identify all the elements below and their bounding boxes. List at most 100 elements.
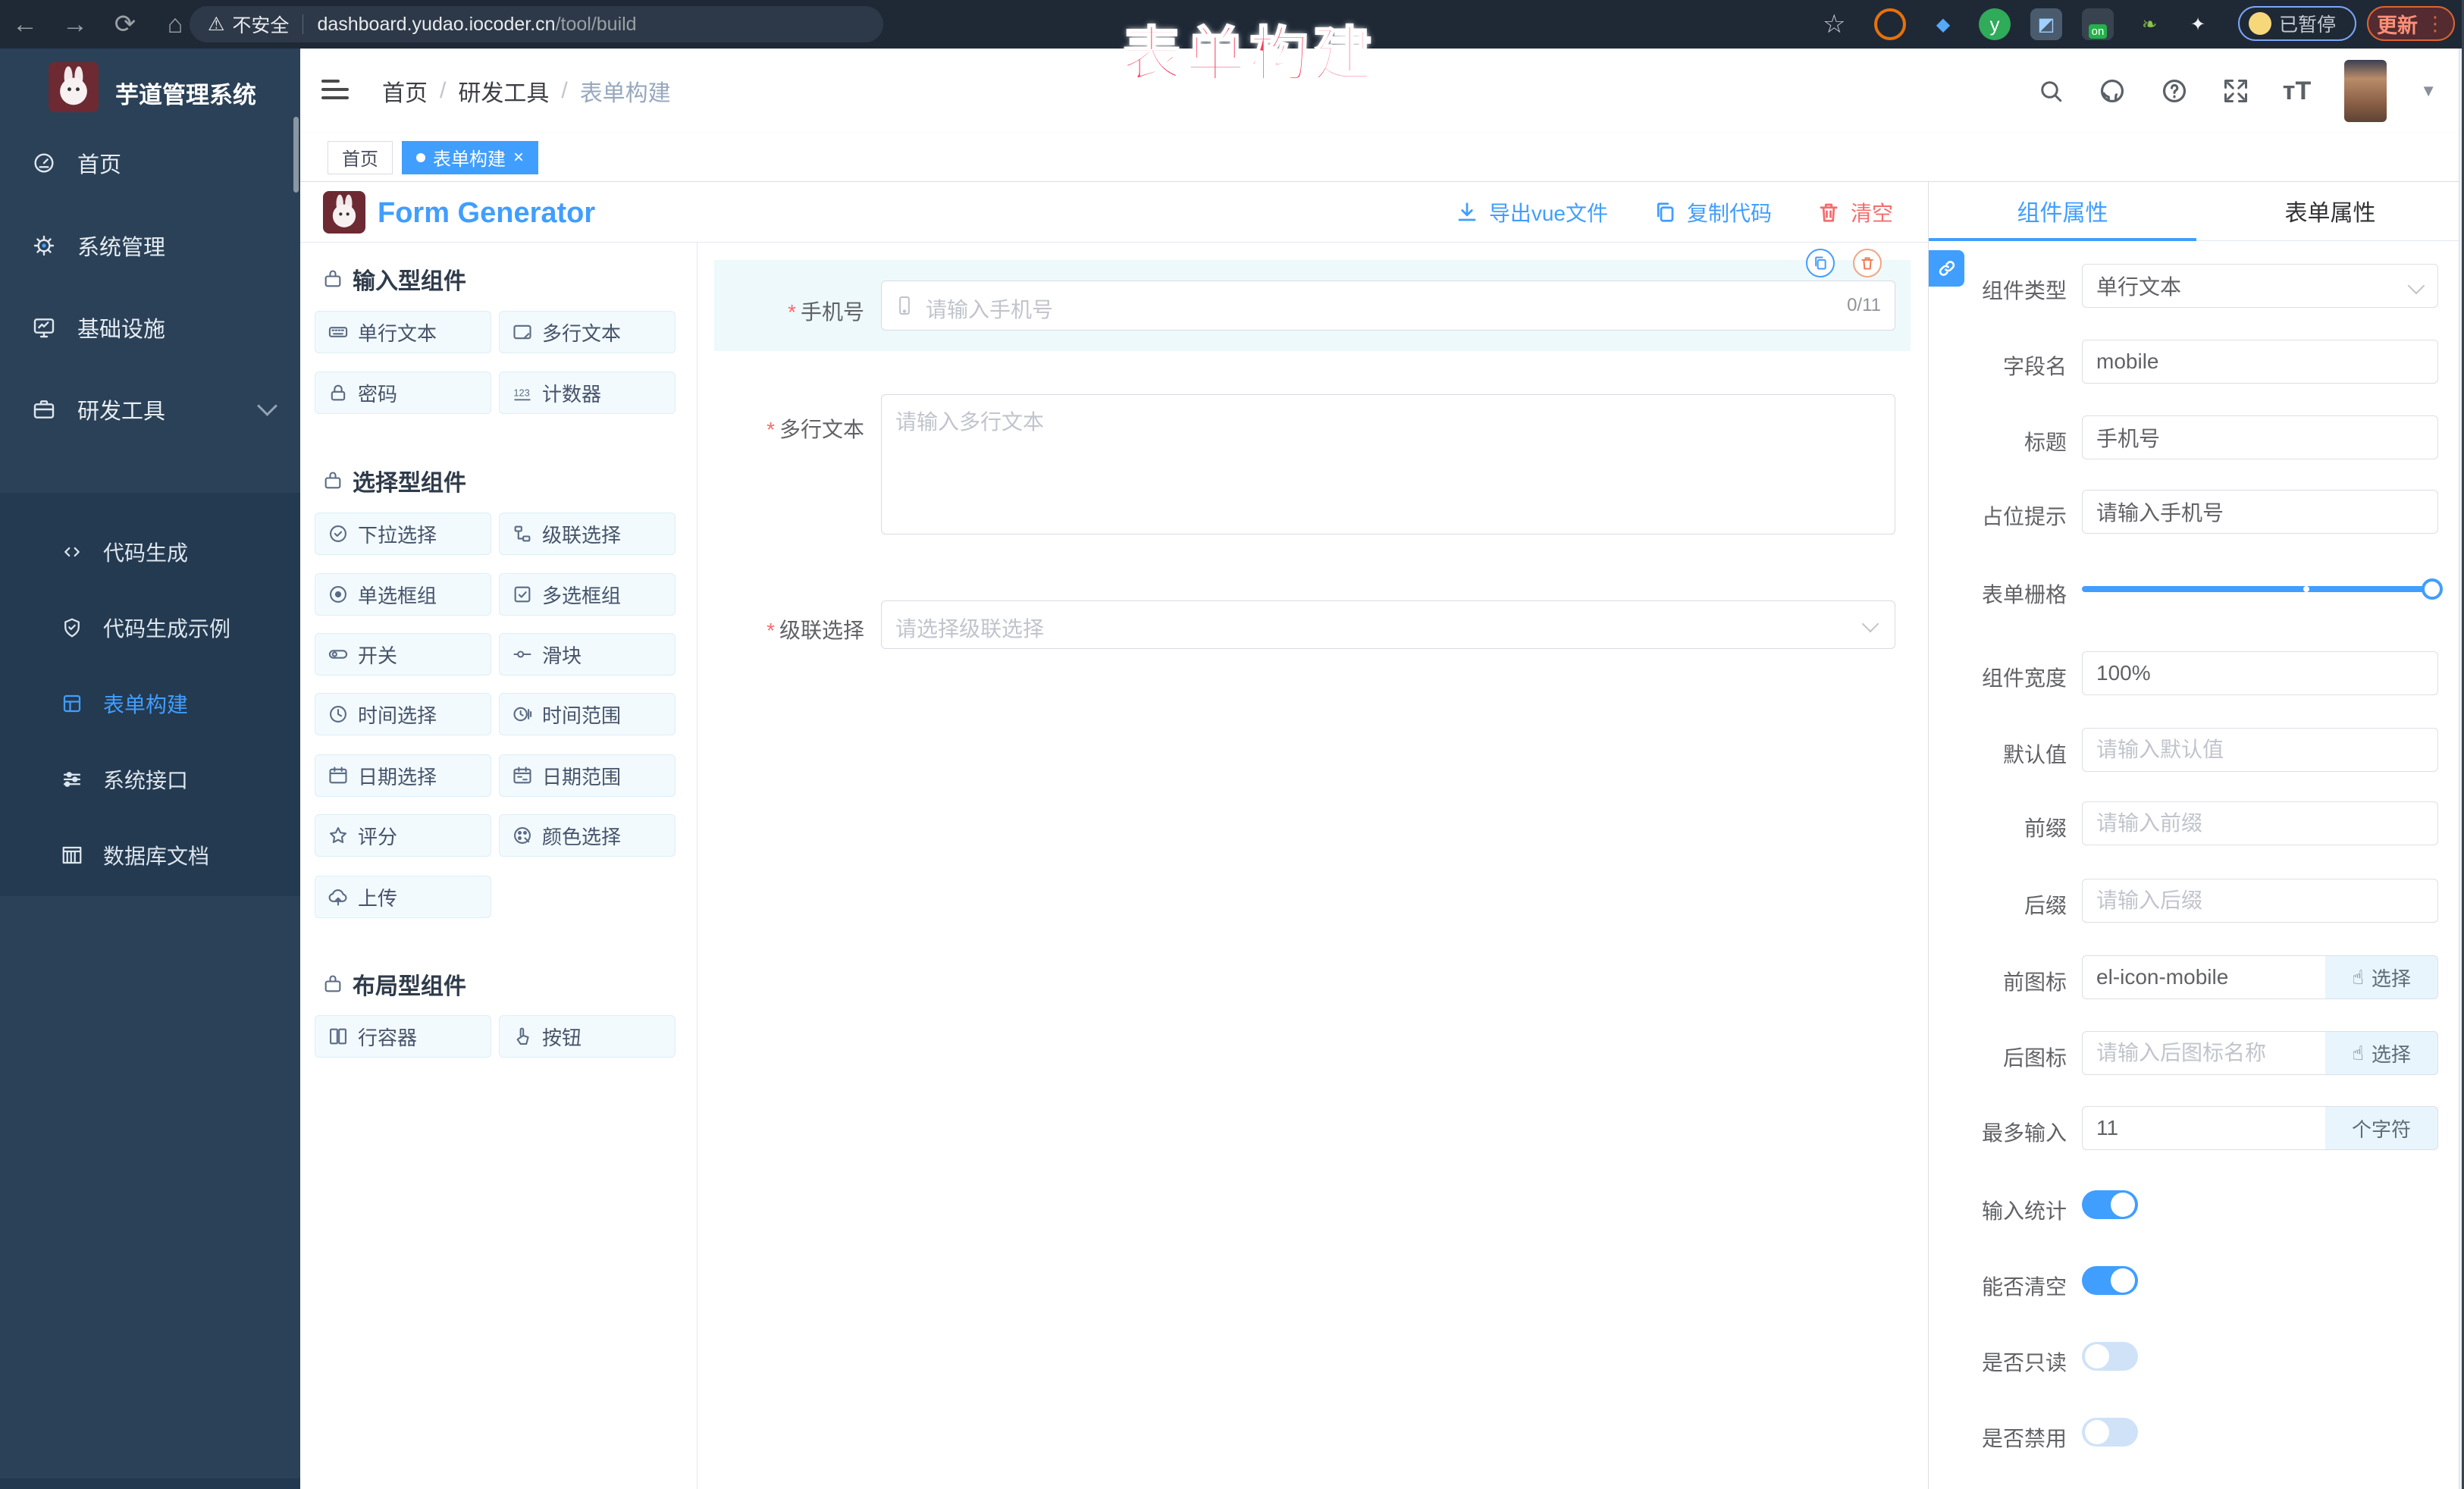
palette-item-password[interactable]: 密码 xyxy=(315,371,491,414)
profile-paused-chip[interactable]: 已暂停 xyxy=(2238,6,2356,41)
title-input[interactable] xyxy=(2082,415,2438,459)
sidebar-item-home[interactable]: 首页 xyxy=(0,127,300,199)
extension-icon[interactable]: ✦ xyxy=(2182,8,2214,40)
sidebar-item-form-builder[interactable]: 表单构建 xyxy=(0,666,300,741)
back-icon[interactable]: ← xyxy=(0,10,50,39)
forward-icon[interactable]: → xyxy=(50,10,100,39)
mobile-input[interactable]: 请输入手机号 0/11 xyxy=(881,281,1895,331)
bookmark-star-icon[interactable]: ☆ xyxy=(1823,9,1845,39)
disabled-toggle[interactable] xyxy=(2082,1418,2138,1447)
toolbox-icon xyxy=(32,397,56,422)
sidebar-item-api[interactable]: 系统接口 xyxy=(0,741,300,817)
help-icon[interactable] xyxy=(2160,77,2189,105)
extension-icon[interactable]: ❧ xyxy=(2133,8,2165,40)
breadcrumb-home[interactable]: 首页 xyxy=(382,74,428,108)
browser-update-button[interactable]: 更新 ⋮ xyxy=(2367,6,2455,41)
palette-item-multi-text[interactable]: 多行文本 xyxy=(499,311,676,353)
dashboard-icon xyxy=(32,151,56,175)
sidebar-item-infra[interactable]: 基础设施 xyxy=(0,291,300,364)
readonly-toggle[interactable] xyxy=(2082,1342,2138,1371)
palette-item-upload[interactable]: 上传 xyxy=(315,876,491,918)
extension-icon[interactable]: ◩ xyxy=(2030,8,2062,40)
palette-item-counter[interactable]: 123 计数器 xyxy=(499,371,676,414)
user-avatar[interactable] xyxy=(2344,60,2387,122)
breadcrumb-devtools[interactable]: 研发工具 xyxy=(458,74,549,108)
tab-component-props[interactable]: 组件属性 xyxy=(1929,182,2196,240)
prop-label: 组件类型 xyxy=(1929,274,2067,305)
tag-form-builder[interactable]: 表单构建 × xyxy=(402,141,538,174)
palette-item-cascader[interactable]: 级联选择 xyxy=(499,513,676,555)
prefix-icon-input[interactable] xyxy=(2082,955,2326,999)
hamburger-icon[interactable] xyxy=(321,74,349,105)
default-value-input[interactable] xyxy=(2082,728,2438,772)
palette-item-single-text[interactable]: 单行文本 xyxy=(315,311,491,353)
width-input[interactable] xyxy=(2082,651,2438,695)
palette-item-rate[interactable]: 评分 xyxy=(315,814,491,857)
palette-item-slider[interactable]: 滑块 xyxy=(499,633,676,676)
palette-item-switch[interactable]: 开关 xyxy=(315,633,491,676)
component-copy-button[interactable] xyxy=(1806,249,1835,277)
active-tab-bar xyxy=(1929,238,2196,241)
clearable-toggle[interactable] xyxy=(2082,1266,2138,1295)
palette-item-row-container[interactable]: 行容器 xyxy=(315,1015,491,1058)
palette-item-time-range[interactable]: 时间范围 xyxy=(499,693,676,735)
palette-item-date-range[interactable]: 日期范围 xyxy=(499,754,676,797)
address-bar[interactable]: ⚠ 不安全 dashboard.yudao.iocoder.cn/tool/bu… xyxy=(190,6,883,42)
palette-item-time-picker[interactable]: 时间选择 xyxy=(315,693,491,735)
copy-code-button[interactable]: 复制代码 xyxy=(1654,197,1772,227)
slider-stop xyxy=(2303,586,2309,592)
sidebar-item-devtools[interactable]: 研发工具 xyxy=(0,373,300,446)
close-icon[interactable]: × xyxy=(513,147,524,168)
github-icon[interactable] xyxy=(2098,77,2127,105)
extension-icon[interactable]: ◆ xyxy=(1927,8,1959,40)
field-name-input[interactable] xyxy=(2082,340,2438,384)
sidebar-item-codegen[interactable]: 代码生成 xyxy=(0,514,300,590)
pointer-icon: ☝ xyxy=(2352,966,2364,989)
sidebar-item-db-doc[interactable]: 数据库文档 xyxy=(0,817,300,893)
font-size-icon[interactable]: тТ xyxy=(2283,77,2311,106)
reload-icon[interactable]: ⟳ xyxy=(100,9,150,39)
warning-icon: ⚠ xyxy=(208,13,224,36)
prefix-icon-select-button[interactable]: ☝选择 xyxy=(2325,955,2438,999)
suffix-input[interactable] xyxy=(2082,879,2438,923)
sidebar-item-system[interactable]: 系统管理 xyxy=(0,209,300,282)
tab-form-props[interactable]: 表单属性 xyxy=(2196,182,2464,240)
cascader-input[interactable]: 请选择级联选择 xyxy=(881,600,1895,649)
prefix-input[interactable] xyxy=(2082,801,2438,845)
search-icon[interactable] xyxy=(2037,77,2064,105)
component-type-select[interactable]: 单行文本 xyxy=(2082,264,2438,308)
sidebar-collapse-bar[interactable] xyxy=(0,1478,300,1489)
textarea-input[interactable]: 请输入多行文本 xyxy=(881,394,1895,534)
radio-icon xyxy=(328,584,349,605)
suffix-icon-select-button[interactable]: ☝选择 xyxy=(2325,1031,2438,1075)
kebab-menu-icon[interactable]: ⋮ xyxy=(2425,12,2445,36)
placeholder-input[interactable] xyxy=(2082,490,2438,534)
tag-home[interactable]: 首页 xyxy=(328,141,393,174)
clear-button[interactable]: 清空 xyxy=(1817,197,1893,227)
show-word-limit-toggle[interactable] xyxy=(2082,1190,2138,1219)
max-length-input[interactable] xyxy=(2082,1106,2326,1150)
form-generator-header: Form Generator 导出vue文件 复制代码 清空 xyxy=(300,182,1928,243)
form-grid-slider[interactable] xyxy=(2082,586,2438,592)
sidebar-item-codegen-example[interactable]: 代码生成示例 xyxy=(0,590,300,666)
avatar-caret-icon[interactable]: ▼ xyxy=(2420,81,2437,101)
palette-item-button[interactable]: 按钮 xyxy=(499,1015,676,1058)
suffix-icon-input[interactable] xyxy=(2082,1031,2326,1075)
security-warning[interactable]: ⚠ 不安全 xyxy=(208,11,289,38)
sidebar: 芋道管理系统 首页 系统管理 基础设施 研发工具 代码生成 代码生 xyxy=(0,49,300,1489)
fullscreen-icon[interactable] xyxy=(2222,77,2249,105)
prop-label: 后图标 xyxy=(1929,1042,2067,1072)
palette-item-checkbox-group[interactable]: 多选框组 xyxy=(499,573,676,616)
slider-handle[interactable] xyxy=(2422,578,2443,600)
palette-item-radio-group[interactable]: 单选框组 xyxy=(315,573,491,616)
palette-item-color-picker[interactable]: 颜色选择 xyxy=(499,814,676,857)
checkbox-icon xyxy=(512,584,533,605)
extension-icon[interactable] xyxy=(1874,8,1906,40)
palette-item-select[interactable]: 下拉选择 xyxy=(315,513,491,555)
extension-icon[interactable]: y xyxy=(1979,8,2011,40)
sidebar-scrollbar[interactable] xyxy=(293,117,299,193)
export-vue-button[interactable]: 导出vue文件 xyxy=(1456,197,1608,227)
palette-item-date-picker[interactable]: 日期选择 xyxy=(315,754,491,797)
extension-icon[interactable]: on xyxy=(2082,8,2114,40)
component-delete-button[interactable] xyxy=(1853,249,1882,277)
